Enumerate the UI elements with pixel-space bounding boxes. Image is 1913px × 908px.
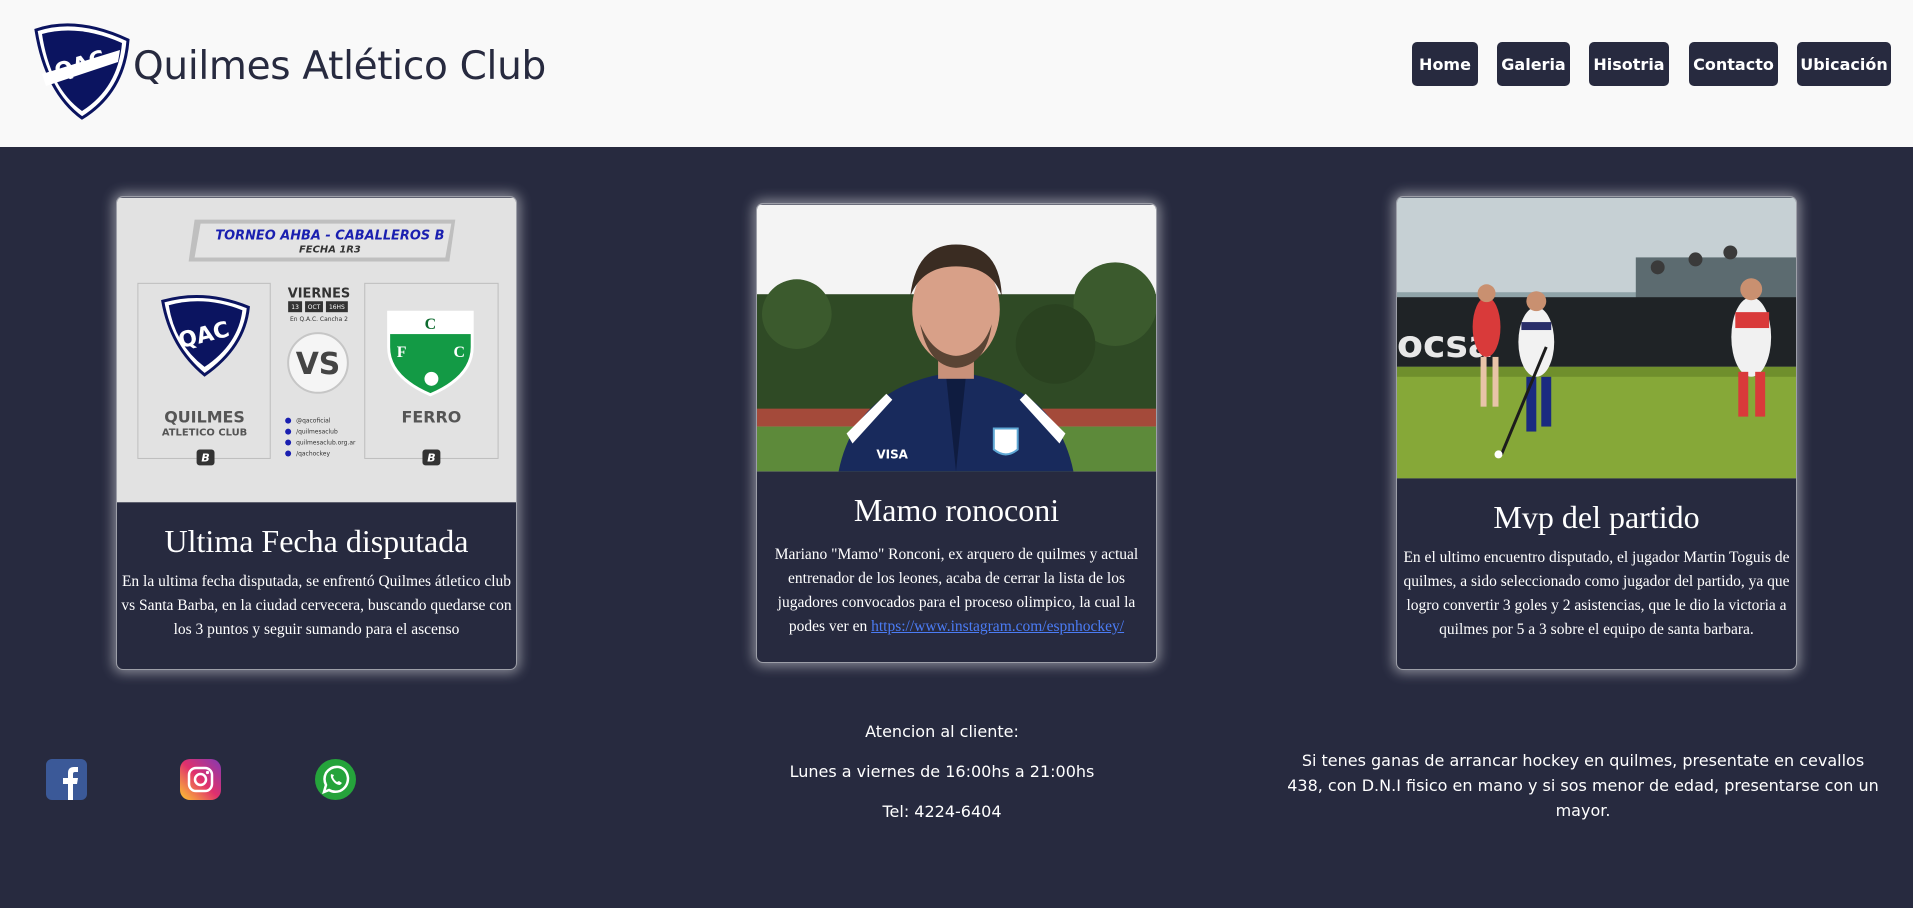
svg-text:F: F — [397, 344, 407, 361]
card-text: En el ultimo encuentro disputado, el jug… — [1403, 549, 1790, 638]
instagram-link[interactable]: https://www.instagram.com/espnhockey/ — [871, 618, 1124, 635]
card-text: En la ultima fecha disputada, se enfrent… — [121, 573, 512, 638]
poster-tournament: TORNEO AHBA - CABALLEROS B — [215, 229, 444, 244]
whatsapp-icon[interactable] — [315, 759, 356, 800]
poster-round: FECHA 1R3 — [299, 244, 361, 255]
poster-day: VIERNES — [288, 286, 351, 301]
nav-historia[interactable]: Hisotria — [1589, 42, 1669, 86]
mvp-photo: ocsa — [1397, 197, 1796, 479]
nav-contacto[interactable]: Contacto — [1689, 42, 1778, 86]
club-logo[interactable]: QAC — [32, 22, 132, 120]
poster-home-name: QUILMES — [164, 408, 245, 427]
card-mamo: VISA Mamo ronoconi Mariano "Mamo" Roncon… — [756, 203, 1157, 663]
poster-social-2: quilmesaclub.org.ar — [296, 440, 356, 447]
coach-photo: VISA — [757, 204, 1156, 472]
card-title: Ultima Fecha disputada — [164, 523, 469, 559]
footer-phone: Tel: 4224-6404 — [882, 802, 1002, 821]
poster-social-0: @qacoficial — [296, 418, 331, 425]
instagram-icon[interactable] — [180, 759, 221, 800]
poster-division-home: B — [201, 451, 209, 464]
poster-vs: VS — [296, 347, 341, 382]
site-header: QAC Quilmes Atlético Club Home Galeria H… — [0, 0, 1913, 147]
poster-division-away: B — [427, 451, 435, 464]
footer-hours: Lunes a viernes de 16:00hs a 21:00hs — [789, 762, 1095, 781]
card-text: Mariano "Mamo" Ronconi, ex arquero de qu… — [757, 543, 1156, 639]
card-ultima-fecha: TORNEO AHBA - CABALLEROS B FECHA 1R3 QAC… — [116, 196, 517, 670]
poster-time: 16HS — [329, 304, 345, 311]
poster-social-3: /qachockey — [296, 450, 330, 457]
nav-home[interactable]: Home — [1412, 42, 1478, 86]
svg-text:C: C — [425, 316, 437, 333]
footer-info: Si tenes ganas de arrancar hockey en qui… — [1287, 751, 1879, 820]
svg-text:C: C — [454, 344, 466, 361]
poster-away-name: FERRO — [402, 408, 462, 427]
nav-ubicacion[interactable]: Ubicación — [1797, 42, 1891, 86]
poster-date-month: OCT — [308, 304, 321, 311]
poster-social-1: /quilmesaclub — [296, 429, 338, 436]
poster-home-sub: ATLETICO CLUB — [162, 428, 247, 439]
card-title: Mamo ronoconi — [853, 492, 1060, 528]
footer-contact-title: Atencion al cliente: — [865, 722, 1019, 741]
nav-galeria[interactable]: Galeria — [1497, 42, 1570, 86]
poster-venue: En Q.A.C. Cancha 2 — [290, 316, 348, 323]
card-mvp: ocsa Mvp del partido En el ultimo encuen… — [1396, 196, 1797, 670]
svg-text:VISA: VISA — [876, 447, 908, 461]
facebook-icon[interactable] — [46, 759, 87, 800]
card-title: Mvp del partido — [1493, 499, 1700, 535]
match-poster-image: TORNEO AHBA - CABALLEROS B FECHA 1R3 QAC… — [117, 197, 516, 503]
site-title: Quilmes Atlético Club — [133, 44, 546, 89]
poster-date-day: 13 — [291, 304, 299, 311]
